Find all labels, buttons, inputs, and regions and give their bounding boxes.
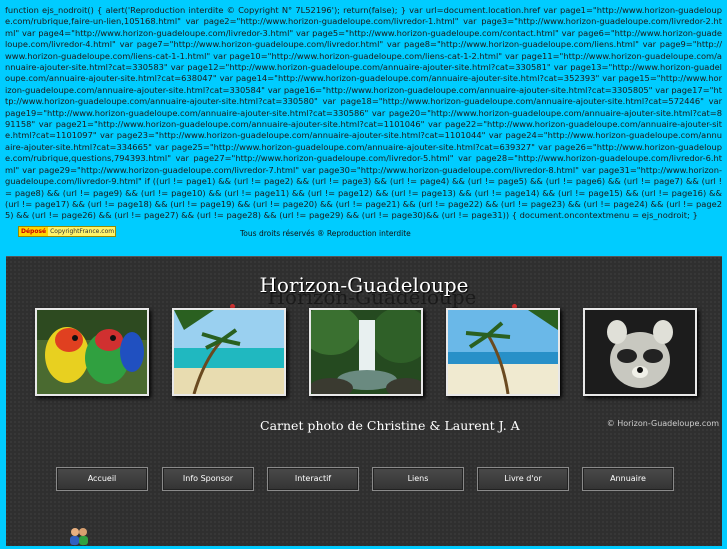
script-source-text: function ejs_nodroit() { alert('Reproduc… bbox=[5, 5, 722, 221]
site-title: Horizon-Guadeloupe bbox=[259, 273, 469, 297]
rights-notice: Tous droits réservés ® Reproduction inte… bbox=[240, 229, 411, 238]
copyright-badge[interactable]: Déposé CopyrightFrance.com bbox=[18, 226, 116, 237]
photo-raccoon[interactable] bbox=[583, 308, 697, 396]
photo-beach-palm[interactable] bbox=[446, 308, 560, 396]
nav-info-sponsor-button[interactable]: Info Sponsor bbox=[162, 467, 254, 491]
people-icon bbox=[68, 527, 90, 549]
nav-livre-dor-button[interactable]: Livre d'or bbox=[477, 467, 569, 491]
nav-accueil-button[interactable]: Accueil bbox=[56, 467, 148, 491]
nav-liens-button[interactable]: Liens bbox=[372, 467, 464, 491]
photo-beach[interactable] bbox=[172, 308, 286, 396]
watermark: © Horizon-Guadeloupe.com bbox=[606, 419, 719, 428]
badge-deposited-label: Déposé bbox=[19, 227, 49, 236]
photo-waterfall[interactable] bbox=[309, 308, 423, 396]
nav-interactif-button[interactable]: Interactif bbox=[267, 467, 359, 491]
site-panel: Horizon-Guadeloupe Horizon-Guadeloupe Ca… bbox=[6, 256, 722, 546]
photo-caption: Carnet photo de Christine & Laurent J. A bbox=[260, 418, 520, 433]
photo-parrots[interactable] bbox=[35, 308, 149, 396]
nav-annuaire-button[interactable]: Annuaire bbox=[582, 467, 674, 491]
badge-site-label: CopyrightFrance.com bbox=[48, 227, 115, 236]
